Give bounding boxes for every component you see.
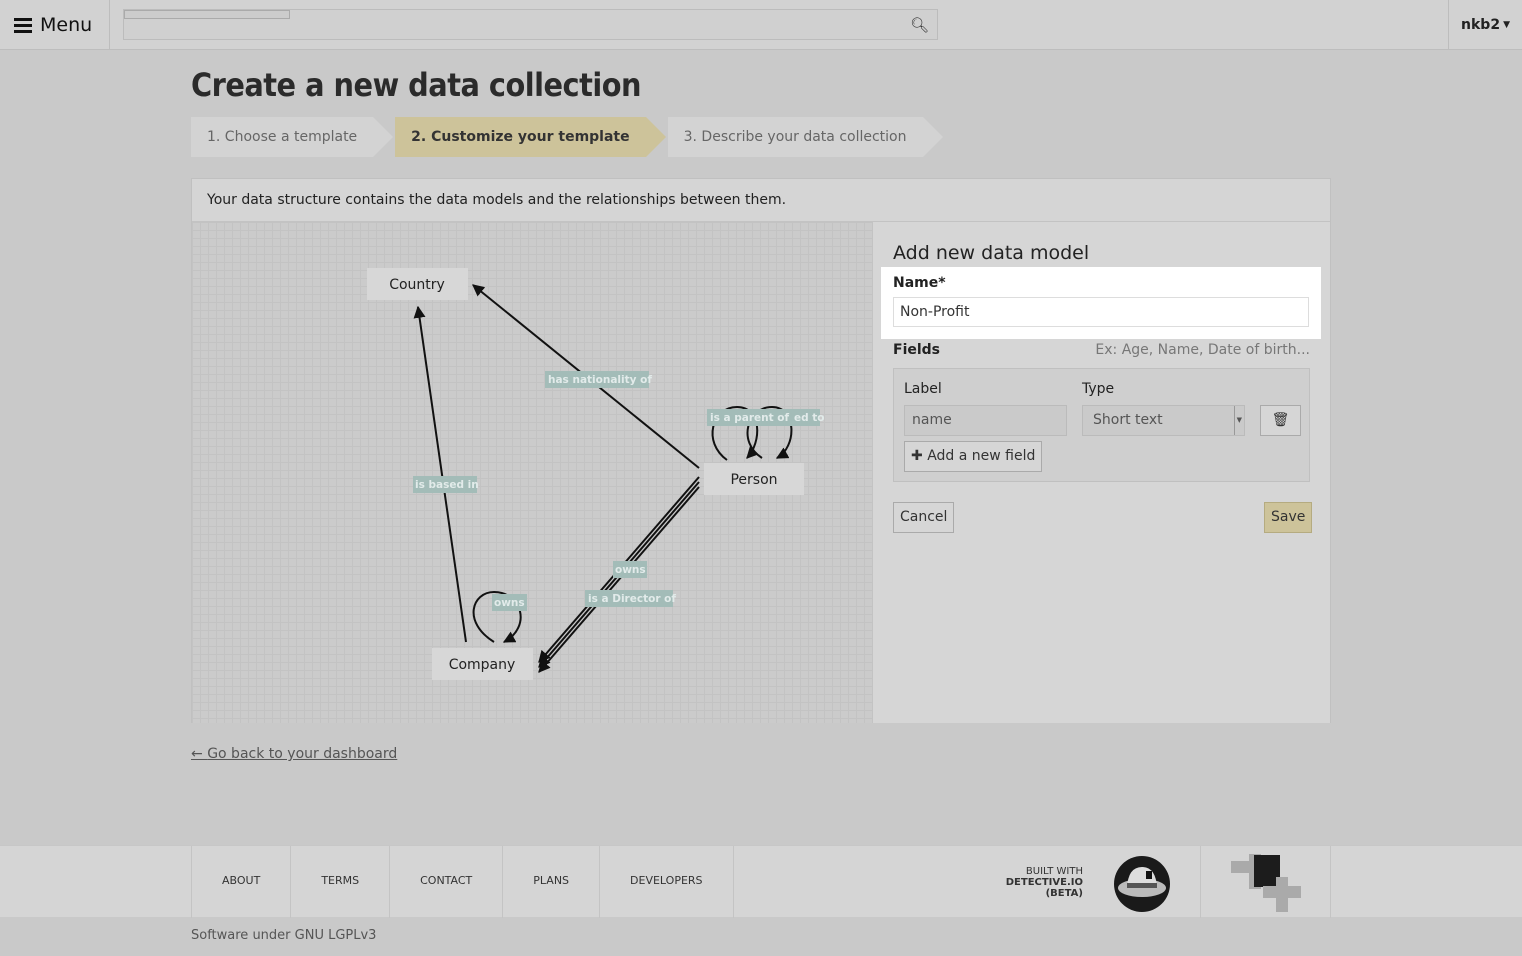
edge-label-married: ed to <box>794 412 825 424</box>
caret-down-icon: ▼ <box>1233 406 1242 435</box>
hamburger-icon <box>14 15 32 36</box>
step-describe-collection[interactable]: 3. Describe your data collection <box>667 117 943 157</box>
type-column-header: Type <box>1082 381 1115 397</box>
footer-link-terms[interactable]: TERMS <box>291 846 391 918</box>
fields-label: Fields <box>893 342 941 358</box>
field-label-input[interactable]: name <box>904 405 1067 436</box>
name-group: Name* <box>881 267 1321 339</box>
detective-hat-logo[interactable] <box>1113 855 1171 913</box>
svg-text:Country: Country <box>389 277 445 293</box>
top-bar: Menu 🔍︎ nkb2 ▼ <box>0 0 1522 50</box>
form-title: Add new data model <box>893 242 1090 264</box>
svg-text:Person: Person <box>730 472 777 488</box>
intro-text: Your data structure contains the data mo… <box>192 179 1330 222</box>
label-column-header: Label <box>904 381 942 397</box>
footer-link-contact[interactable]: CONTACT <box>390 846 504 918</box>
diagram-canvas[interactable]: Country Person Company has nationality o… <box>192 222 873 723</box>
page-title: Create a new data collection <box>191 66 641 104</box>
step-choose-template[interactable]: 1. Choose a template <box>191 117 394 157</box>
username: nkb2 <box>1461 17 1501 33</box>
caret-down-icon: ▼ <box>1503 20 1510 30</box>
cancel-button[interactable]: Cancel <box>893 502 955 533</box>
footer: ABOUT TERMS CONTACT PLANS DEVELOPERS BUI… <box>0 845 1522 918</box>
wizard-steps: 1. Choose a template 2. Customize your t… <box>191 117 945 157</box>
footer-link-about[interactable]: ABOUT <box>192 846 292 918</box>
search-input[interactable]: 🔍︎ <box>123 9 938 40</box>
structure-panel: Your data structure contains the data mo… <box>191 178 1331 723</box>
edge-is-based-in <box>413 305 467 643</box>
node-person[interactable]: Person <box>704 463 804 495</box>
node-country[interactable]: Country <box>367 268 468 300</box>
menu-label: Menu <box>40 14 93 36</box>
node-company[interactable]: Company <box>432 648 533 680</box>
step-customize-template[interactable]: 2. Customize your template <box>395 117 667 157</box>
add-field-button[interactable]: ✚ Add a new field <box>904 441 1043 472</box>
trash-icon: 🗑︎ <box>1271 412 1290 428</box>
save-button[interactable]: Save <box>1264 502 1313 533</box>
delete-field-button[interactable]: 🗑︎ <box>1260 405 1301 436</box>
field-type-select[interactable]: Short text ▼ <box>1082 405 1245 436</box>
edge-label-parent: is a parent of <box>710 412 790 424</box>
jplusplus-logo[interactable] <box>1201 846 1332 918</box>
menu-button[interactable]: Menu <box>0 0 110 50</box>
plus-icon: ✚ <box>911 448 928 464</box>
user-menu[interactable]: nkb2 ▼ <box>1448 0 1522 50</box>
edge-label-based-in: is based in <box>415 479 479 491</box>
arrow-left-icon: ← <box>191 746 208 762</box>
diagram-svg: Country Person Company has nationality o… <box>367 268 825 680</box>
search-icon[interactable]: 🔍︎ <box>910 16 929 34</box>
edge-label-owns-self: owns <box>494 597 525 609</box>
edge-label-owns: owns <box>615 564 646 576</box>
edge-is-director-of <box>538 486 700 673</box>
back-to-dashboard-link[interactable]: ← Go back to your dashboard <box>191 746 397 762</box>
edge-label-nationality: has nationality of <box>548 374 652 386</box>
add-data-model-form: Add new data model Name* Fields Ex: Age, … <box>873 222 1330 723</box>
footer-link-plans[interactable]: PLANS <box>503 846 601 918</box>
footer-link-developers[interactable]: DEVELOPERS <box>600 846 734 918</box>
license-text: Software under GNU LGPLv3 <box>191 928 377 943</box>
field-row: Label Type name Short text ▼ 🗑︎ ✚ Add a n… <box>893 368 1310 482</box>
name-input[interactable] <box>893 297 1309 327</box>
name-label: Name* <box>893 275 946 291</box>
search-token <box>124 10 290 19</box>
built-with[interactable]: BUILT WITH DETECTIVE.IO (BETA) <box>1000 866 1083 899</box>
svg-text:Company: Company <box>449 657 516 673</box>
edge-label-director: is a Director of <box>588 593 676 605</box>
fields-hint: Ex: Age, Name, Date of birth... <box>1095 342 1310 358</box>
